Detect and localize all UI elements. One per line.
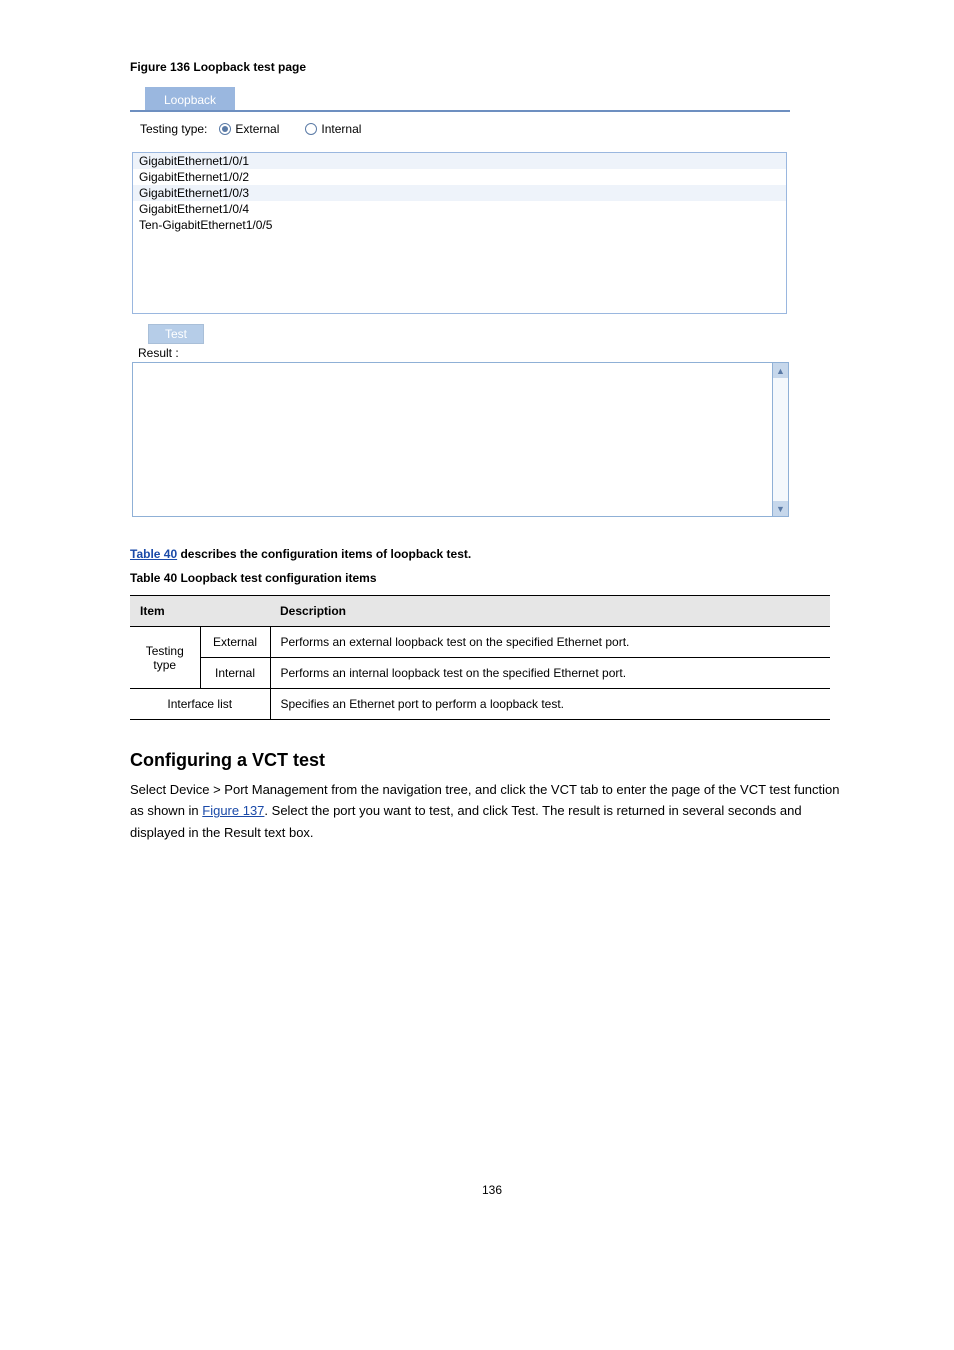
result-label: Result : — [138, 346, 790, 360]
config-items-table: Item Description Testing type External P… — [130, 595, 830, 720]
list-item[interactable]: GigabitEthernet1/0/3 — [133, 185, 786, 201]
result-area-wrap: ▲ ▼ — [132, 362, 789, 517]
cell-internal: Internal — [200, 658, 270, 689]
header-description: Description — [270, 596, 830, 627]
list-item[interactable]: GigabitEthernet1/0/4 — [133, 201, 786, 217]
tab-loopback[interactable]: Loopback — [145, 87, 235, 110]
radio-circle-icon — [305, 123, 317, 135]
figure-label: Figure 136 Loopback test page — [130, 60, 854, 74]
list-item[interactable]: Ten-GigabitEthernet1/0/5 — [133, 217, 786, 233]
cell-external: External — [200, 627, 270, 658]
table-row: Interface list Specifies an Ethernet por… — [130, 689, 830, 720]
port-listbox[interactable]: GigabitEthernet1/0/1 GigabitEthernet1/0/… — [132, 152, 787, 314]
cell-interface-desc: Specifies an Ethernet port to perform a … — [270, 689, 830, 720]
radio-internal[interactable]: Internal — [305, 122, 361, 136]
table-ref-link[interactable]: Table 40 — [130, 547, 177, 561]
header-item: Item — [130, 596, 270, 627]
table-header-row: Item Description — [130, 596, 830, 627]
table-title: Table 40 Loopback test configuration ite… — [130, 571, 854, 585]
loopback-screenshot: Loopback Testing type: External Internal… — [130, 84, 790, 517]
cell-interface-list: Interface list — [130, 689, 270, 720]
cell-internal-desc: Performs an internal loopback test on th… — [270, 658, 830, 689]
table-row: Testing type External Performs an extern… — [130, 627, 830, 658]
test-button[interactable]: Test — [148, 324, 204, 344]
section-heading: Configuring a VCT test — [130, 750, 854, 771]
list-item[interactable]: GigabitEthernet1/0/2 — [133, 169, 786, 185]
testing-type-label: Testing type: — [140, 122, 207, 136]
cell-testing-type: Testing type — [130, 627, 200, 689]
tab-bar: Loopback — [130, 84, 790, 110]
table-caption-text: describes the configuration items of loo… — [177, 547, 471, 561]
figure-ref-link[interactable]: Figure 137 — [202, 803, 264, 818]
table-caption-line: Table 40 describes the configuration ite… — [130, 547, 854, 561]
radio-circle-icon — [219, 123, 231, 135]
list-item[interactable]: GigabitEthernet1/0/1 — [133, 153, 786, 169]
testing-type-row: Testing type: External Internal — [130, 112, 790, 146]
result-scrollbar[interactable]: ▲ ▼ — [773, 362, 789, 517]
radio-internal-label: Internal — [321, 122, 361, 136]
page-number: 136 — [130, 1183, 854, 1197]
radio-external[interactable]: External — [219, 122, 279, 136]
body-paragraph: Select Device > Port Management from the… — [130, 779, 854, 843]
scroll-down-icon[interactable]: ▼ — [773, 501, 788, 516]
scroll-up-icon[interactable]: ▲ — [773, 363, 788, 378]
table-row: Internal Performs an internal loopback t… — [130, 658, 830, 689]
cell-external-desc: Performs an external loopback test on th… — [270, 627, 830, 658]
result-textarea[interactable] — [132, 362, 773, 517]
radio-external-label: External — [235, 122, 279, 136]
